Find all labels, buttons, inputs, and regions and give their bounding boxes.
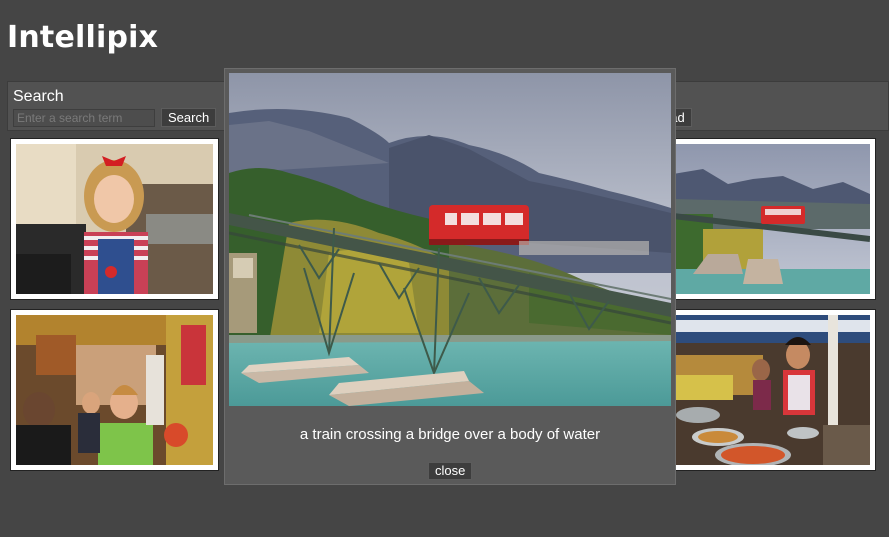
search-button[interactable]: Search: [161, 108, 217, 127]
search-label: Search: [13, 88, 64, 105]
thumbnail-image: [16, 144, 213, 294]
search-input[interactable]: [13, 109, 155, 127]
app-title: Intellipix: [7, 20, 159, 55]
lightbox-image: [229, 73, 671, 406]
close-button[interactable]: close: [428, 462, 473, 480]
thumbnail-image: [673, 315, 870, 465]
gallery-thumbnail-market[interactable]: [10, 309, 219, 471]
image-lightbox: a train crossing a bridge over a body of…: [224, 68, 676, 485]
thumbnail-image: [16, 315, 213, 465]
gallery-thumbnail-food[interactable]: [667, 309, 876, 471]
lightbox-caption: a train crossing a bridge over a body of…: [299, 426, 601, 443]
gallery-thumbnail-train[interactable]: [667, 138, 876, 300]
gallery-thumbnail-girl[interactable]: [10, 138, 219, 300]
thumbnail-image: [673, 144, 870, 294]
